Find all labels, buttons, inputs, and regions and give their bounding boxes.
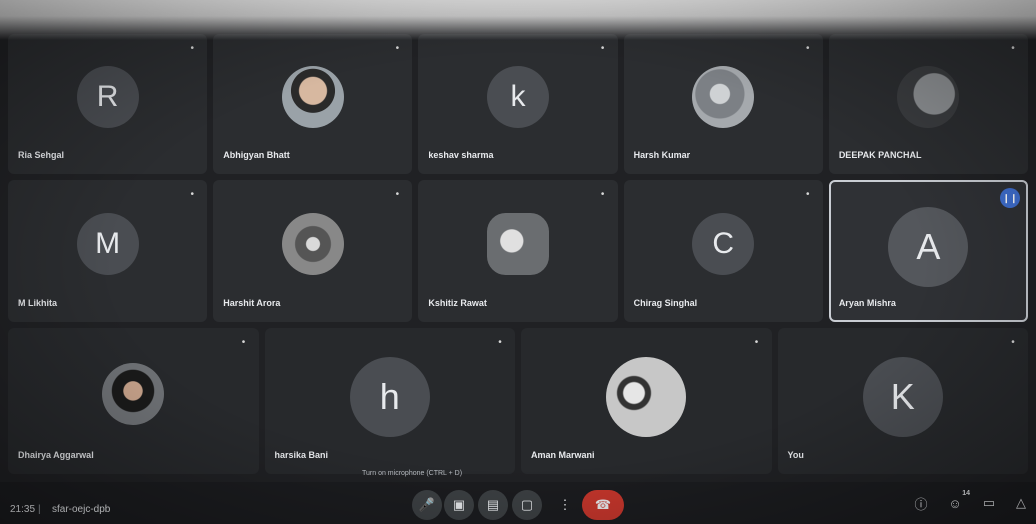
avatar-photo <box>606 357 687 437</box>
avatar-photo <box>102 363 165 425</box>
participant-name: Abhigyan Bhatt <box>223 150 290 160</box>
mic-off-icon: • <box>806 188 810 200</box>
participant-name: Aman Marwani <box>531 450 595 460</box>
people-icon: ☺ <box>948 495 962 511</box>
mic-icon: 🎤 <box>418 497 436 512</box>
participant-tile[interactable]: • Harsh Kumar <box>623 34 823 174</box>
mic-off-icon: • <box>241 336 246 348</box>
participant-grid: R • Ria Sehgal • Abhigyan Bhatt k • kesh… <box>8 34 1029 474</box>
participant-name: DEEPAK PANCHAL <box>838 150 922 160</box>
avatar: R <box>76 66 139 128</box>
participant-tile[interactable]: R • Ria Sehgal <box>8 34 208 174</box>
mic-off-icon: • <box>806 42 810 54</box>
mic-off-icon: • <box>190 188 194 200</box>
avatar: k <box>487 66 549 128</box>
participant-tile[interactable]: C • Chirag Singhal <box>623 180 823 322</box>
camera-button[interactable]: ▣ <box>444 490 474 520</box>
participant-name: Ria Sehgal <box>18 150 65 160</box>
activities-icon: △ <box>1016 495 1026 510</box>
avatar-photo <box>897 66 960 128</box>
participant-name: Harsh Kumar <box>633 150 691 160</box>
avatar: A <box>888 207 969 287</box>
people-button[interactable]: ☺ 14 <box>944 490 970 514</box>
participant-tile-active-speaker[interactable]: A ❙❙ Aryan Mishra <box>828 180 1029 322</box>
avatar: h <box>349 357 430 437</box>
mic-off-icon: • <box>498 336 502 348</box>
participant-name: M Likhita <box>18 298 58 308</box>
participant-tile[interactable]: h • harsika Bani <box>264 328 515 474</box>
more-icon: ⋮ <box>558 497 572 512</box>
leave-call-button[interactable]: ☎ <box>582 490 624 520</box>
participant-tile[interactable]: • Harshit Arora <box>213 180 413 322</box>
clock: 21:35 <box>10 504 36 515</box>
participant-name: Chirag Singhal <box>633 298 698 308</box>
participant-tile[interactable]: • Kshitiz Rawat <box>418 180 618 322</box>
present-icon: ▢ <box>520 497 534 512</box>
grid-row-2: M • M Likhita • Harshit Arora • Kshitiz … <box>8 180 1029 322</box>
avatar-photo <box>487 213 549 275</box>
participant-tile[interactable]: • DEEPAK PANCHAL <box>828 34 1029 174</box>
participant-name: harsika Bani <box>274 450 329 460</box>
chat-button[interactable]: ▭ <box>978 492 1000 514</box>
camera-icon: ▣ <box>452 497 466 512</box>
participant-name: Kshitiz Rawat <box>428 298 487 308</box>
participant-tile-self[interactable]: K • You <box>777 328 1028 474</box>
mic-off-icon: • <box>600 42 605 54</box>
participant-tile[interactable]: M • M Likhita <box>8 180 208 322</box>
mic-off-icon: • <box>754 336 759 348</box>
grid-row-3: • Dhairya Aggarwal h • harsika Bani • Am… <box>8 328 1028 474</box>
mic-off-icon: • <box>395 188 400 200</box>
participant-name: Dhairya Aggarwal <box>18 450 94 460</box>
captions-button[interactable]: ▤ <box>478 490 508 520</box>
avatar: C <box>692 213 755 275</box>
avatar: M <box>76 213 139 275</box>
mic-off-icon: • <box>395 42 400 54</box>
grid-row-1: R • Ria Sehgal • Abhigyan Bhatt k • kesh… <box>8 34 1029 174</box>
separator: | <box>38 504 41 515</box>
meeting-details-button[interactable]: ⓘ <box>910 492 932 514</box>
mic-off-icon: • <box>190 42 194 54</box>
participant-tile[interactable]: k • keshav sharma <box>418 34 618 174</box>
present-button[interactable]: ▢ <box>512 490 542 520</box>
meeting-code: sfar-oejc-dpb <box>52 504 111 515</box>
participant-count-badge: 14 <box>962 490 970 497</box>
mic-off-icon: • <box>1011 336 1015 348</box>
mic-button[interactable]: 🎤 <box>412 490 442 520</box>
leave-call-icon: ☎ <box>594 497 612 512</box>
participant-tile[interactable]: • Aman Marwani <box>521 328 772 474</box>
participant-name: You <box>787 450 804 460</box>
activities-button[interactable]: △ <box>1010 492 1032 514</box>
avatar: K <box>862 357 943 437</box>
avatar-photo <box>281 66 344 128</box>
participant-tile[interactable]: • Dhairya Aggarwal <box>8 328 259 474</box>
participant-tile[interactable]: • Abhigyan Bhatt <box>213 34 413 174</box>
avatar-photo <box>281 213 344 275</box>
mic-off-icon: • <box>600 188 605 200</box>
info-icon: ⓘ <box>914 496 928 512</box>
meet-screen: R • Ria Sehgal • Abhigyan Bhatt k • kesh… <box>0 0 1036 524</box>
speaking-indicator-icon: ❙❙ <box>1000 188 1021 208</box>
participant-name: keshav sharma <box>428 150 494 160</box>
mic-hint: Turn on microphone (CTRL + D) <box>362 470 463 477</box>
mic-off-icon: • <box>1011 42 1015 54</box>
more-options-button[interactable]: ⋮ <box>550 490 580 520</box>
avatar-photo <box>692 66 755 128</box>
captions-icon: ▤ <box>486 497 500 512</box>
bottom-bar: 21:35 | sfar-oejc-dpb 🎤 ▣ ▤ ▢ ⋮ ☎ ⓘ ☺ 14… <box>0 482 1036 524</box>
participant-name: Aryan Mishra <box>838 298 896 308</box>
chat-icon: ▭ <box>982 495 996 510</box>
participant-name: Harshit Arora <box>223 298 281 308</box>
